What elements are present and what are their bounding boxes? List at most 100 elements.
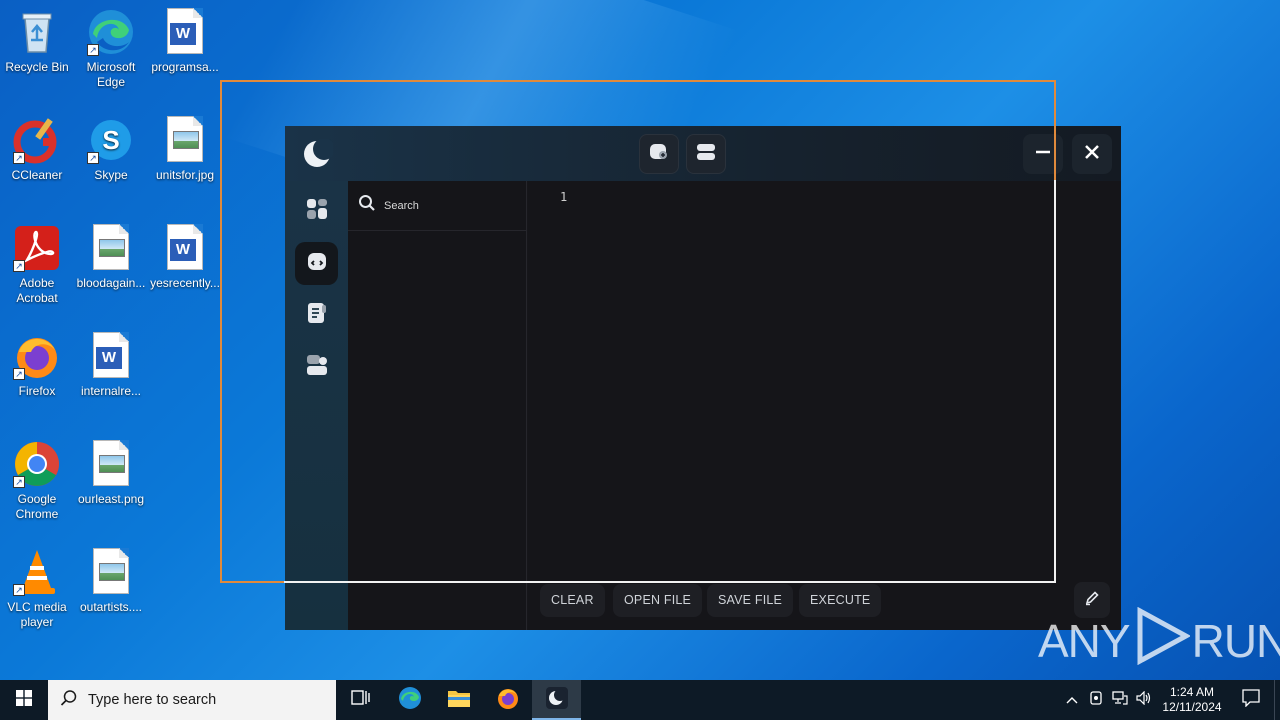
taskbar-executor-app[interactable] bbox=[532, 680, 581, 720]
tray-app-icon[interactable] bbox=[1084, 680, 1108, 720]
image-file-icon bbox=[87, 224, 135, 272]
anyrun-watermark: ANY RUN bbox=[1038, 606, 1280, 676]
google-chrome-icon: ↗ bbox=[13, 440, 61, 488]
recycle-bin-icon bbox=[13, 8, 61, 56]
notification-icon bbox=[1242, 688, 1260, 712]
dashboard-icon bbox=[305, 197, 329, 226]
device-icon bbox=[1089, 690, 1103, 710]
desktop-icon-label: ourleast.png bbox=[77, 492, 145, 506]
sidebar-item-scripts[interactable] bbox=[295, 294, 338, 337]
desktop-icon-label: Google Chrome bbox=[15, 492, 59, 521]
moon-logo-icon bbox=[303, 138, 335, 169]
inject-icon bbox=[648, 141, 670, 168]
desktop-icon-image-3[interactable]: ourleast.png bbox=[74, 440, 148, 507]
folder-icon bbox=[447, 688, 471, 713]
chevron-up-icon bbox=[1066, 691, 1078, 709]
taskbar-search-box[interactable]: Type here to search bbox=[48, 680, 336, 720]
desktop-icon-label: outartists.... bbox=[79, 600, 143, 614]
desktop-icon-recycle-bin[interactable]: Recycle Bin bbox=[0, 8, 74, 75]
microsoft-edge-icon bbox=[398, 686, 422, 715]
close-button[interactable] bbox=[1072, 134, 1112, 174]
desktop-icon-word-doc-2[interactable]: W yesrecently... bbox=[148, 224, 222, 291]
desktop-icon-image-1[interactable]: unitsfor.jpg bbox=[148, 116, 222, 183]
desktop-icon-label: yesrecently... bbox=[150, 276, 220, 290]
script-executor-window: Search 1 CLEAR OPEN FILE SAVE FILE EXECU… bbox=[285, 126, 1121, 630]
search-icon bbox=[358, 194, 376, 217]
network-icon bbox=[1112, 690, 1128, 710]
network-button[interactable] bbox=[1108, 680, 1132, 720]
desktop-icon-label: VLC media player bbox=[7, 600, 67, 629]
show-desktop-button[interactable] bbox=[1274, 680, 1280, 720]
search-label: Search bbox=[384, 199, 419, 212]
action-center-button[interactable] bbox=[1228, 680, 1274, 720]
desktop-icon-label: bloodagain... bbox=[76, 276, 146, 290]
save-file-button[interactable]: SAVE FILE bbox=[707, 584, 794, 617]
attach-process-button[interactable] bbox=[639, 134, 679, 174]
search-icon bbox=[60, 689, 78, 712]
taskbar: Type here to search 1:24 AM 12/11/2024 bbox=[0, 680, 1280, 720]
image-file-icon bbox=[87, 440, 135, 488]
desktop-icon-microsoft-edge[interactable]: ↗ Microsoft Edge bbox=[74, 8, 148, 90]
moon-logo-icon bbox=[545, 686, 568, 714]
desktop-icon-label: unitsfor.jpg bbox=[155, 168, 215, 182]
volume-button[interactable] bbox=[1132, 680, 1156, 720]
line-number: 1 bbox=[560, 190, 568, 204]
script-search[interactable]: Search bbox=[348, 181, 527, 231]
taskbar-edge[interactable] bbox=[385, 680, 434, 720]
word-document-icon: W bbox=[161, 8, 209, 56]
window-titlebar[interactable] bbox=[285, 126, 1121, 181]
watermark-text-left: ANY bbox=[1038, 615, 1131, 667]
taskbar-clock[interactable]: 1:24 AM 12/11/2024 bbox=[1156, 685, 1228, 715]
vlc-icon: ↗ bbox=[13, 548, 61, 596]
desktop-icon-image-2[interactable]: bloodagain... bbox=[74, 224, 148, 291]
sidebar-item-editor[interactable] bbox=[295, 242, 338, 285]
start-button[interactable] bbox=[0, 680, 48, 720]
settings-toggle-button[interactable] bbox=[686, 134, 726, 174]
desktop-icon-skype[interactable]: S ↗ Skype bbox=[74, 116, 148, 183]
adobe-acrobat-icon: ↗ bbox=[13, 224, 61, 272]
task-view-button[interactable] bbox=[336, 680, 385, 720]
desktop-icon-google-chrome[interactable]: ↗ Google Chrome bbox=[0, 440, 74, 522]
desktop-icon-adobe-acrobat[interactable]: ↗ Adobe Acrobat bbox=[0, 224, 74, 306]
taskbar-firefox[interactable] bbox=[483, 680, 532, 720]
watermark-text-right: RUN bbox=[1191, 615, 1280, 667]
ccleaner-icon: ↗ bbox=[13, 116, 61, 164]
desktop-icon-label: Recycle Bin bbox=[5, 60, 69, 74]
system-tray: 1:24 AM 12/11/2024 bbox=[1060, 680, 1280, 720]
minimize-button[interactable] bbox=[1023, 134, 1063, 174]
windows-logo-icon bbox=[16, 689, 32, 711]
code-editor[interactable]: 1 bbox=[528, 181, 1121, 574]
speaker-icon bbox=[1136, 690, 1152, 710]
desktop-icon-label: programsa... bbox=[151, 60, 219, 74]
desktop-icon-label: CCleaner bbox=[11, 168, 63, 182]
show-hidden-icons-button[interactable] bbox=[1060, 680, 1084, 720]
image-file-icon bbox=[161, 116, 209, 164]
code-editor-icon bbox=[305, 249, 329, 278]
search-placeholder: Type here to search bbox=[88, 692, 217, 708]
desktop-icon-firefox[interactable]: ↗ Firefox bbox=[0, 332, 74, 399]
microsoft-edge-icon: ↗ bbox=[87, 8, 135, 56]
desktop-icon-word-doc-1[interactable]: W programsa... bbox=[148, 8, 222, 75]
desktop-icon-label: Microsoft Edge bbox=[86, 60, 136, 89]
script-hub-panel: Search bbox=[348, 181, 527, 630]
word-document-icon: W bbox=[87, 332, 135, 380]
desktop-icon-label: internalre... bbox=[80, 384, 142, 398]
clock-time: 1:24 AM bbox=[1169, 685, 1215, 699]
sidebar-item-settings[interactable] bbox=[295, 346, 338, 389]
desktop-icon-image-4[interactable]: outartists.... bbox=[74, 548, 148, 615]
taskbar-file-explorer[interactable] bbox=[434, 680, 483, 720]
editor-action-bar: CLEAR OPEN FILE SAVE FILE EXECUTE bbox=[528, 574, 1121, 630]
sidebar-item-home[interactable] bbox=[295, 190, 338, 233]
open-file-button[interactable]: OPEN FILE bbox=[613, 584, 703, 617]
play-triangle-icon bbox=[1132, 606, 1191, 676]
settings-panel-icon bbox=[305, 353, 329, 382]
execute-button[interactable]: EXECUTE bbox=[799, 584, 882, 617]
desktop-icon-ccleaner[interactable]: ↗ CCleaner bbox=[0, 116, 74, 183]
svg-text:S: S bbox=[102, 125, 119, 155]
clear-button[interactable]: CLEAR bbox=[540, 584, 605, 617]
clock-date: 12/11/2024 bbox=[1162, 700, 1222, 714]
script-list-icon bbox=[305, 301, 329, 330]
word-document-icon: W bbox=[161, 224, 209, 272]
desktop-icon-word-doc-3[interactable]: W internalre... bbox=[74, 332, 148, 399]
desktop-icon-vlc[interactable]: ↗ VLC media player bbox=[0, 548, 74, 630]
